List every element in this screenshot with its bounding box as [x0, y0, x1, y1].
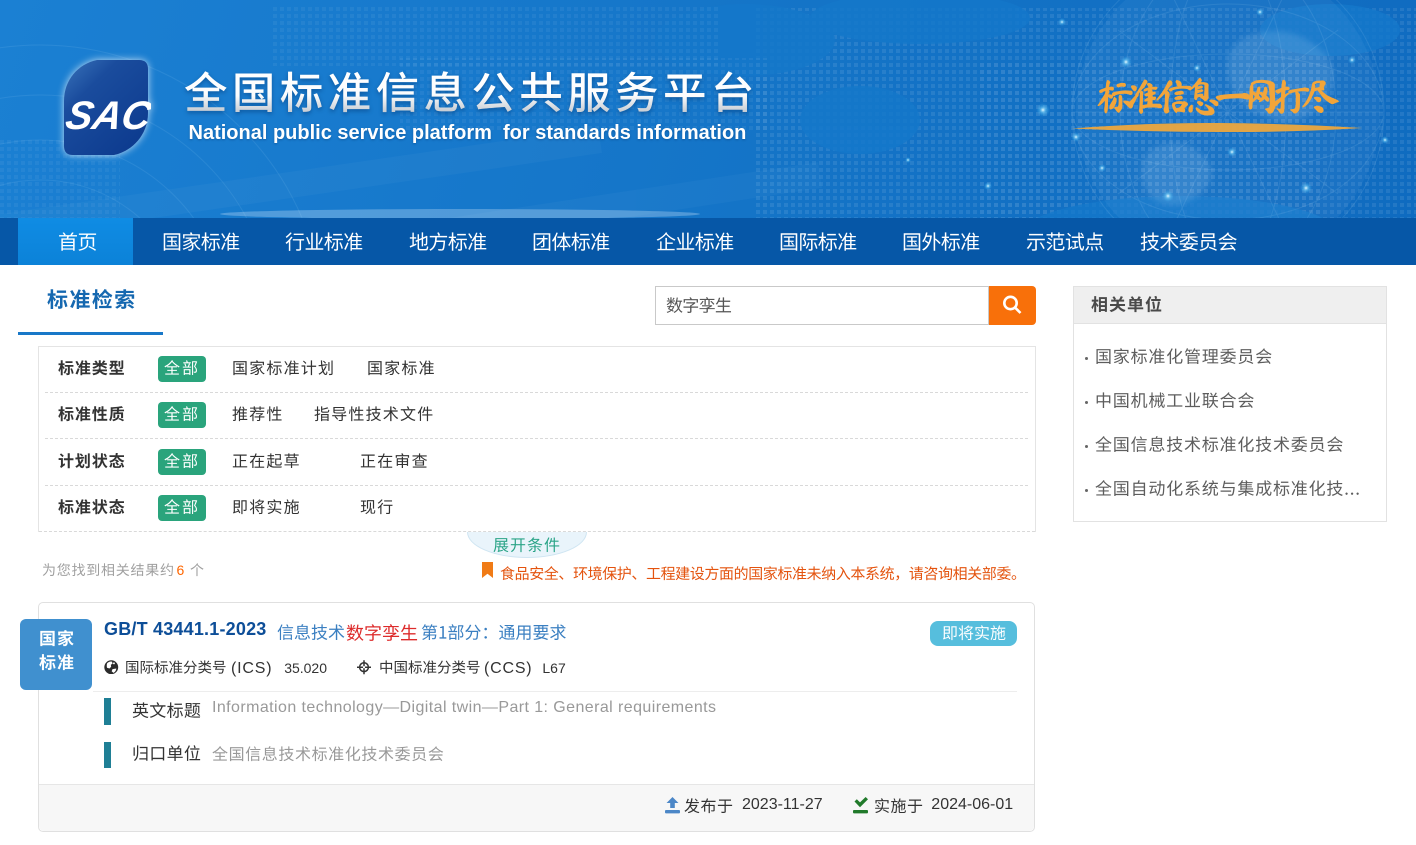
svg-text:SAC: SAC [62, 92, 151, 137]
